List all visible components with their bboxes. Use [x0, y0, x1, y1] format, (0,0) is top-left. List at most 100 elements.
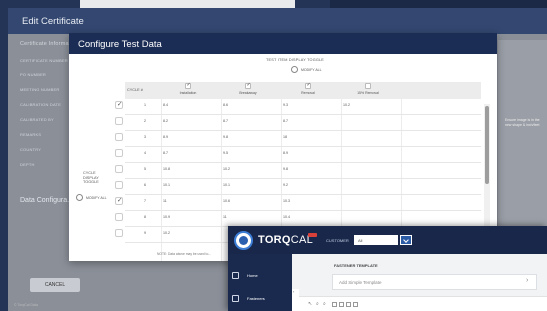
test-item-modify-all-radio[interactable]: [291, 66, 298, 73]
tool-box-icon[interactable]: [332, 302, 337, 307]
modal-title: Configure Test Data: [69, 33, 497, 54]
cycle-row-checkbox[interactable]: [115, 149, 123, 157]
chevron-right-icon[interactable]: ›: [526, 277, 528, 284]
table-row: 3 8.9 9.8 18: [125, 131, 481, 147]
cycle-modify-all-radio[interactable]: [76, 194, 83, 201]
collapse-sidebar-button[interactable]: ‹: [292, 289, 299, 311]
fastener-template-input[interactable]: Add Simple Template: [332, 274, 537, 290]
table-row: 4 8.7 9.5 8.9: [125, 147, 481, 163]
cycle-row-checkbox[interactable]: [115, 213, 123, 221]
cell-value: 18: [283, 135, 287, 139]
cell-value: 8.7: [223, 119, 228, 123]
cycle-row-toggle[interactable]: [115, 149, 125, 159]
cycle-row-checkbox[interactable]: [115, 117, 123, 125]
cell-value: 8.9: [283, 151, 288, 155]
cycle-row-toggle[interactable]: [115, 213, 125, 223]
column-header-15-removal: 15% Removal: [343, 82, 393, 99]
nav-item-home[interactable]: Home: [232, 272, 258, 279]
cycle-number: 3: [144, 135, 146, 139]
nav-item-fasteners[interactable]: Fasteners: [232, 295, 265, 302]
tool-box-icon[interactable]: [339, 302, 344, 307]
cycle-row-checkbox[interactable]: [115, 165, 123, 173]
test-item-toggle-title: TEST ITEM DISPLAY TOGGLE: [266, 58, 325, 62]
cycle-row-checkbox[interactable]: [115, 100, 123, 109]
cycle-row-toggle[interactable]: [115, 181, 125, 191]
cycle-number: 5: [144, 167, 146, 171]
cell-value: 10.1: [163, 183, 170, 187]
column-header-removal: Removal: [283, 82, 333, 99]
cell-value: 10.2: [223, 167, 230, 171]
cell-value: 10.4: [283, 215, 290, 219]
cell-value: 11: [163, 199, 167, 203]
cycle-row-toggle[interactable]: [115, 229, 125, 239]
cycle-row-toggle[interactable]: [115, 100, 125, 111]
background-window-top-right: [330, 0, 547, 8]
tool-box-icon[interactable]: [346, 302, 351, 307]
torqcal-logo-badge: [308, 233, 317, 237]
column-header-breakaway: Breakaway: [223, 82, 273, 99]
torqcal-logo-inner-icon: [239, 236, 248, 245]
cycle-row-toggle[interactable]: [115, 117, 125, 127]
cell-value: 10.2: [343, 103, 350, 107]
sidebar-label-remarks: REMARKS: [20, 132, 42, 137]
cell-value: 10.6: [223, 199, 230, 203]
cycle-row-toggle[interactable]: [115, 196, 125, 207]
search-icon[interactable]: ⌕: [316, 301, 319, 307]
cycle-toggle-title: CYCLE DISPLAY TOGGLE: [83, 171, 99, 184]
column-toggle-breakaway[interactable]: [245, 82, 251, 89]
cycle-row-toggle[interactable]: [115, 165, 125, 175]
cell-value: 10.1: [223, 183, 230, 187]
cell-value: 9.2: [283, 183, 288, 187]
grid-note: NOTE: Data above may be used to...: [157, 252, 212, 256]
cell-value: 10.9: [163, 215, 170, 219]
cycle-modify-all[interactable]: MODIFY ALL: [76, 194, 107, 201]
grid-scrollbar-thumb[interactable]: [485, 106, 489, 184]
cell-value: 8.9: [163, 135, 168, 139]
torqcal-main: FASTENER TEMPLATE Add Simple Template › …: [292, 254, 547, 311]
customer-dropdown-button[interactable]: [400, 235, 412, 245]
nav-item-fasteners-label: Fasteners: [247, 296, 265, 301]
table-row: 8 10.9 11 10.4: [125, 211, 481, 227]
column-header-installation: Installation: [163, 82, 213, 99]
cycle-number: 4: [144, 151, 146, 155]
cycle-row-checkbox[interactable]: [115, 133, 123, 141]
sidebar-label-meeting-number: MEETING NUMBER: [20, 87, 60, 92]
table-row: 5 10.8 10.2 9.8: [125, 163, 481, 179]
column-label-installation: Installation: [179, 91, 197, 95]
cycle-row-checkbox[interactable]: [115, 229, 123, 237]
customer-select[interactable]: All: [354, 235, 398, 245]
cell-value: 8.4: [163, 103, 168, 107]
test-item-modify-all-label: MODIFY ALL: [301, 67, 322, 72]
search-plus-icon[interactable]: ⌕: [323, 301, 326, 307]
column-toggle-installation[interactable]: [185, 82, 191, 89]
cycle-number: 8: [144, 215, 146, 219]
cycle-number: 7: [144, 199, 146, 203]
torqcal-sidebar: Home Fasteners: [228, 254, 292, 311]
cancel-button[interactable]: CANCEL: [30, 278, 80, 292]
tool-box-icon[interactable]: [353, 302, 358, 307]
sidebar-label-country: COUNTRY: [20, 147, 42, 152]
cell-value: 8.6: [223, 103, 228, 107]
column-label-removal: Removal: [301, 91, 315, 95]
torqcal-toolbar: ↖ ⌕ ⌕: [292, 296, 547, 311]
pointer-icon[interactable]: ↖: [308, 301, 312, 307]
sidebar-label-calibration-date: CALIBRATION DATE: [20, 102, 62, 107]
cell-value: 10.2: [163, 231, 170, 235]
cell-value: 10.8: [163, 167, 170, 171]
cycle-row-checkbox[interactable]: [115, 181, 123, 189]
column-toggle-removal[interactable]: [305, 82, 311, 89]
cell-value: 8.7: [163, 151, 168, 155]
cycle-number: 1: [144, 103, 146, 107]
sidebar-label-calibrated-by: CALIBRATED BY: [20, 117, 54, 122]
cycle-row-checkbox[interactable]: [115, 196, 123, 205]
logo-torq: TORQ: [258, 234, 291, 246]
column-toggle-15-removal[interactable]: [365, 83, 371, 89]
fastener-icon: [232, 295, 239, 302]
cycle-row-toggle[interactable]: [115, 133, 125, 143]
cycle-number: 9: [144, 231, 146, 235]
test-item-modify-all[interactable]: MODIFY ALL: [291, 66, 322, 73]
cycle-number: 2: [144, 119, 146, 123]
column-header-row: CYCLE # Installation Breakaway Removal 1…: [125, 82, 481, 99]
cell-value: 9.8: [223, 135, 228, 139]
cell-value: 8.7: [283, 119, 288, 123]
